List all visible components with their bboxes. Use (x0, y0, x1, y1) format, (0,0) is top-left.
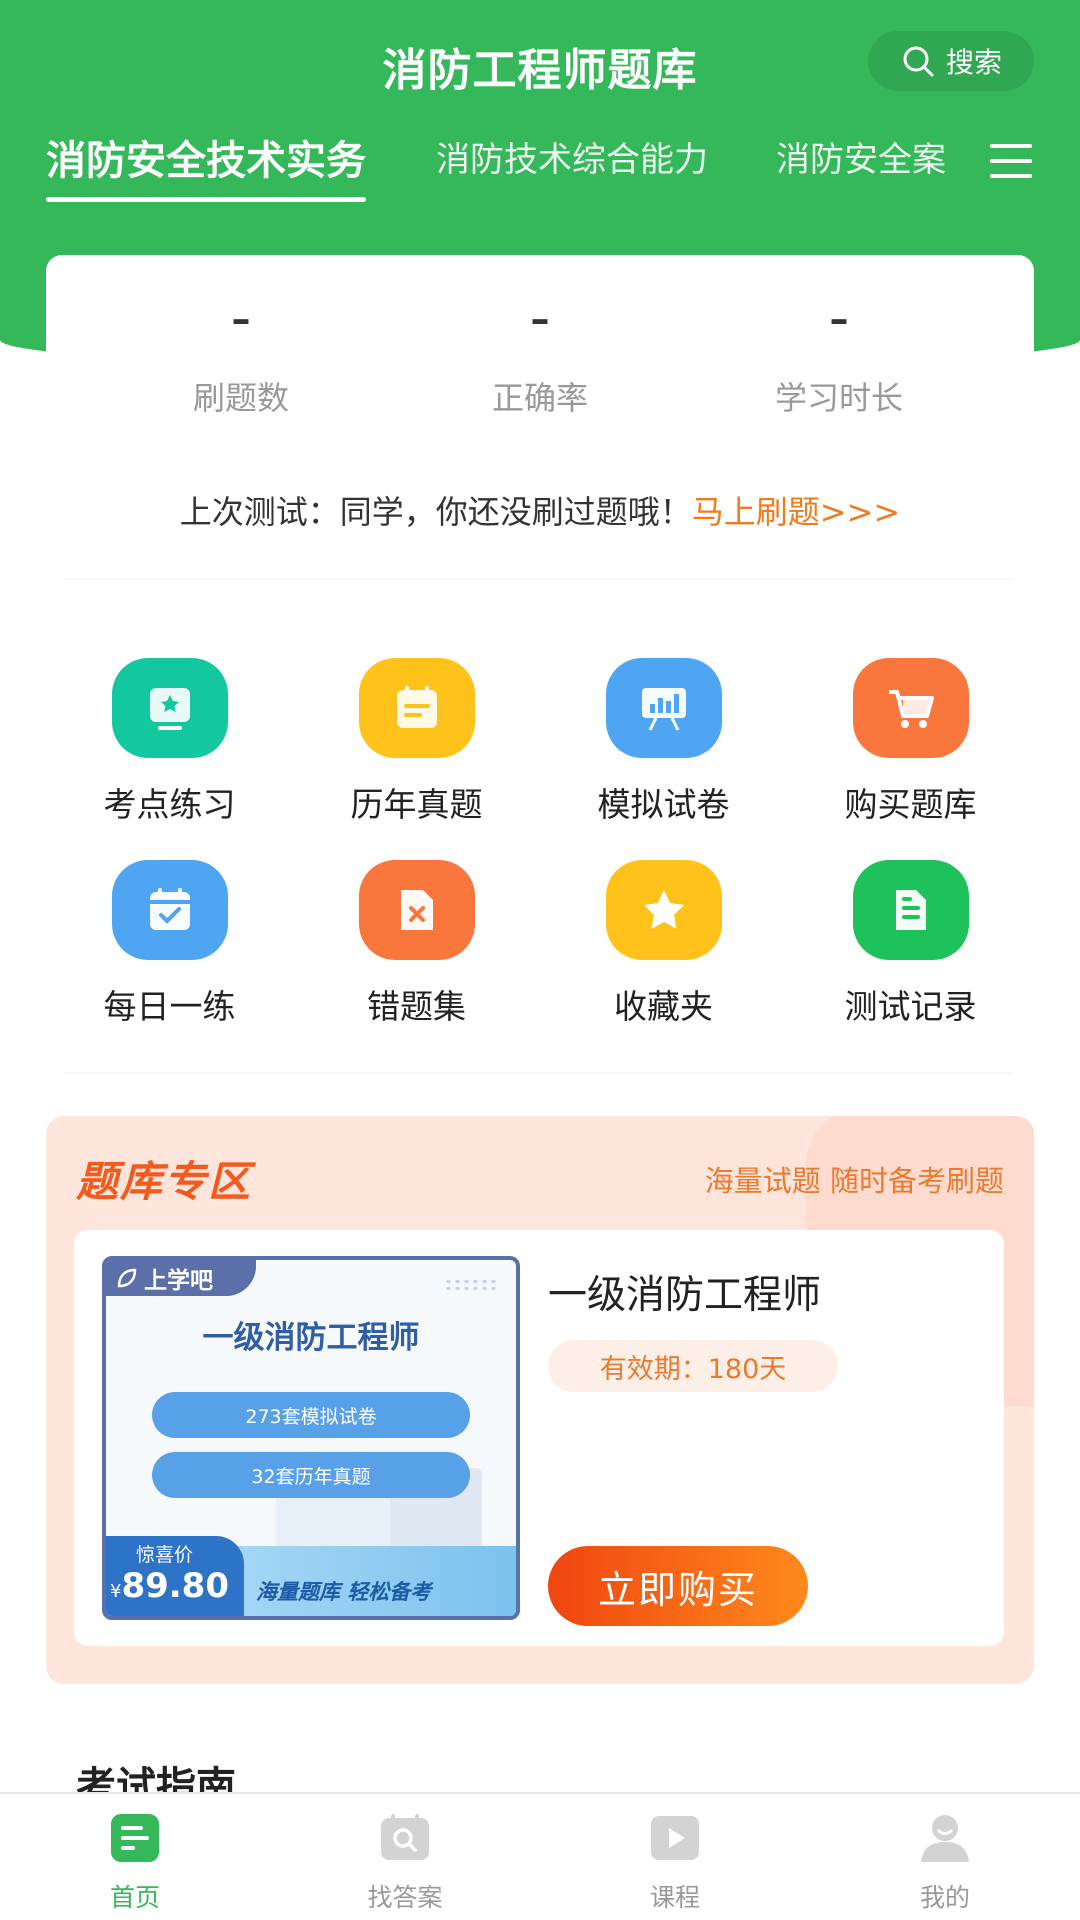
shopping-cart-icon (853, 658, 969, 758)
calendar-check-icon (112, 860, 228, 960)
grid-item-daily-practice[interactable]: 每日一练 (46, 842, 293, 1032)
cover-brand: 上学吧 (106, 1260, 256, 1296)
grid-label: 错题集 (367, 987, 466, 1026)
grid-label: 历年真题 (350, 785, 483, 824)
price-value: ¥89.80 (110, 1566, 229, 1606)
nav-label: 课程 (649, 1883, 700, 1912)
grid-item-topic-practice[interactable]: 考点练习 (46, 640, 293, 830)
bottom-nav: 首页 找答案 课程 我的 (0, 1792, 1080, 1920)
buy-now-button[interactable]: 立即购买 (548, 1546, 808, 1626)
grid-label: 购买题库 (844, 785, 977, 824)
nav-label: 首页 (109, 1883, 160, 1912)
grid-item-wrong-answers[interactable]: 错题集 (293, 842, 540, 1032)
tab-case[interactable]: 消防安全案 (776, 132, 946, 181)
last-test-text: 上次测试：同学，你还没刷过题哦！ (179, 493, 692, 531)
feature-grid: 考点练习 历年真题 模拟试卷 购买题库 每日一练 错题集 收藏夹 测试记录 (46, 640, 1034, 1040)
nav-home[interactable]: 首页 (0, 1794, 270, 1920)
product-name: 一级消防工程师 (548, 1273, 822, 1318)
grid-label: 每日一练 (103, 987, 236, 1026)
product-card[interactable]: 上学吧 一级消防工程师 273套模拟试卷 32套历年真题 海量题库 轻松备考 惊… (74, 1230, 1004, 1646)
grid-label: 考点练习 (103, 785, 236, 824)
price-tag: 惊喜价 ¥89.80 (106, 1536, 244, 1616)
stat-value: – (231, 297, 251, 341)
promo-title: 题库专区 (76, 1157, 253, 1206)
search-answer-icon (381, 1814, 429, 1860)
stat-label: 正确率 (491, 379, 588, 417)
last-test-row: 上次测试：同学，你还没刷过题哦！马上刷题>>> (46, 487, 1034, 533)
grid-label: 收藏夹 (614, 987, 713, 1026)
subject-tabs: 消防安全技术实务 消防技术综合能力 消防安全案 (46, 132, 966, 202)
nav-find-answer[interactable]: 找答案 (270, 1794, 540, 1920)
search-button[interactable]: 搜索 (868, 31, 1034, 91)
star-board-icon (112, 658, 228, 758)
star-icon (606, 860, 722, 960)
tab-comprehensive[interactable]: 消防技术综合能力 (436, 132, 708, 181)
product-cover-image[interactable]: 上学吧 一级消防工程师 273套模拟试卷 32套历年真题 海量题库 轻松备考 惊… (102, 1256, 520, 1620)
tab-practice[interactable]: 消防安全技术实务 (46, 132, 366, 202)
video-play-icon (651, 1816, 699, 1860)
menu-icon[interactable] (990, 144, 1032, 178)
grid-label: 模拟试卷 (597, 785, 730, 824)
stat-label: 刷题数 (192, 379, 289, 417)
search-label: 搜索 (945, 46, 1002, 79)
document-lines-icon (853, 860, 969, 960)
promo-slogan: 海量试题 随时备考刷题 (704, 1164, 1004, 1198)
cover-slogan: 海量题库 轻松备考 (256, 1580, 432, 1604)
divider (64, 578, 1012, 580)
grid-item-past-exams[interactable]: 历年真题 (293, 640, 540, 830)
divider (64, 1072, 1012, 1074)
start-practice-link[interactable]: 马上刷题>>> (692, 493, 900, 531)
search-icon (903, 46, 934, 77)
cover-title: 一级消防工程师 (202, 1320, 420, 1356)
nav-profile[interactable]: 我的 (810, 1794, 1080, 1920)
leaf-logo-icon (117, 1268, 137, 1288)
grid-item-mock-exams[interactable]: 模拟试卷 (540, 640, 787, 830)
stat-value: – (530, 297, 550, 341)
stats-card: – 刷题数 – 正确率 – 学习时长 上次测试：同学，你还没刷过题哦！马上刷题>… (46, 255, 1034, 585)
home-document-icon (111, 1814, 159, 1862)
nav-label: 我的 (919, 1883, 970, 1912)
price-label: 惊喜价 (136, 1544, 194, 1566)
grid-label: 测试记录 (844, 987, 977, 1026)
grid-item-buy-bank[interactable]: 购买题库 (787, 640, 1034, 830)
presentation-chart-icon (606, 658, 722, 758)
cover-pill-mock: 273套模拟试卷 (152, 1392, 470, 1438)
calendar-notes-icon (359, 658, 475, 758)
cover-pill-past: 32套历年真题 (152, 1452, 470, 1498)
grid-item-test-records[interactable]: 测试记录 (787, 842, 1034, 1032)
nav-label: 找答案 (367, 1883, 443, 1912)
question-bank-promo: 题库专区 海量试题 随时备考刷题 上学吧 一级消防工程师 273套模拟试卷 32… (46, 1116, 1034, 1684)
stat-value: – (829, 297, 849, 341)
grid-item-favorites[interactable]: 收藏夹 (540, 842, 787, 1032)
stat-label: 学习时长 (774, 379, 903, 417)
nav-courses[interactable]: 课程 (540, 1794, 810, 1920)
user-profile-icon (921, 1815, 969, 1862)
error-document-icon (359, 860, 475, 960)
validity-badge: 有效期：180天 (548, 1340, 838, 1392)
